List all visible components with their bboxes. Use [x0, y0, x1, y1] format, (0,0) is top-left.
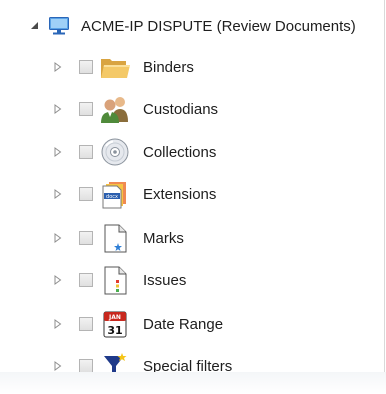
tree-item-label: Extensions: [143, 185, 217, 203]
tree-item-label: Issues: [143, 271, 187, 289]
tree-item-binders[interactable]: Binders: [53, 51, 194, 83]
tree-root[interactable]: ACME-IP DISPUTE (Review Documents): [30, 14, 356, 38]
issues-document-icon: [99, 264, 131, 296]
calendar-month: JAN: [108, 314, 121, 321]
tree-item-date-range[interactable]: JAN 31 Date Range: [53, 308, 223, 340]
expand-triangle-icon[interactable]: [53, 178, 67, 210]
expand-triangle-icon[interactable]: [53, 136, 67, 168]
date-range-checkbox[interactable]: [79, 317, 93, 331]
expand-triangle-icon[interactable]: [53, 264, 67, 296]
tree-item-label: Collections: [143, 143, 217, 161]
file-types-icon: docx: [99, 178, 131, 210]
tree-item-label: Date Range: [143, 315, 224, 333]
expand-triangle-icon[interactable]: [53, 51, 67, 83]
docx-label: docx: [106, 194, 118, 200]
tree-item-label: Custodians: [143, 100, 219, 118]
binders-checkbox[interactable]: [79, 60, 93, 74]
calendar-day: 31: [107, 324, 122, 337]
people-icon: [99, 93, 131, 125]
tree-panel: ACME-IP DISPUTE (Review Documents) Binde…: [0, 0, 386, 394]
extensions-checkbox[interactable]: [79, 187, 93, 201]
tree-item-collections[interactable]: Collections: [53, 136, 216, 168]
expand-triangle-icon[interactable]: [53, 93, 67, 125]
folder-icon: [99, 51, 131, 83]
tree-item-label: Marks: [143, 229, 184, 247]
expand-triangle-icon[interactable]: [53, 222, 67, 254]
computer-icon: [48, 16, 70, 36]
custodians-checkbox[interactable]: [79, 102, 93, 116]
tree-item-issues[interactable]: Issues: [53, 264, 186, 296]
tree-item-marks[interactable]: Marks: [53, 222, 184, 254]
panel-bottom-edge: [0, 372, 386, 394]
panel-border: [384, 0, 385, 372]
mark-document-icon: [99, 222, 131, 254]
root-label: ACME-IP DISPUTE (Review Documents): [81, 17, 356, 35]
special-filters-checkbox[interactable]: [79, 359, 93, 373]
tree-item-extensions[interactable]: docx Extensions: [53, 178, 216, 210]
calendar-icon: JAN 31: [99, 308, 131, 340]
tree-item-custodians[interactable]: Custodians: [53, 93, 218, 125]
expand-triangle-icon[interactable]: [53, 308, 67, 340]
disc-icon: [99, 136, 131, 168]
tree-item-label: Binders: [143, 58, 194, 76]
issues-checkbox[interactable]: [79, 273, 93, 287]
collapse-triangle-icon[interactable]: [30, 14, 40, 38]
marks-checkbox[interactable]: [79, 231, 93, 245]
collections-checkbox[interactable]: [79, 145, 93, 159]
